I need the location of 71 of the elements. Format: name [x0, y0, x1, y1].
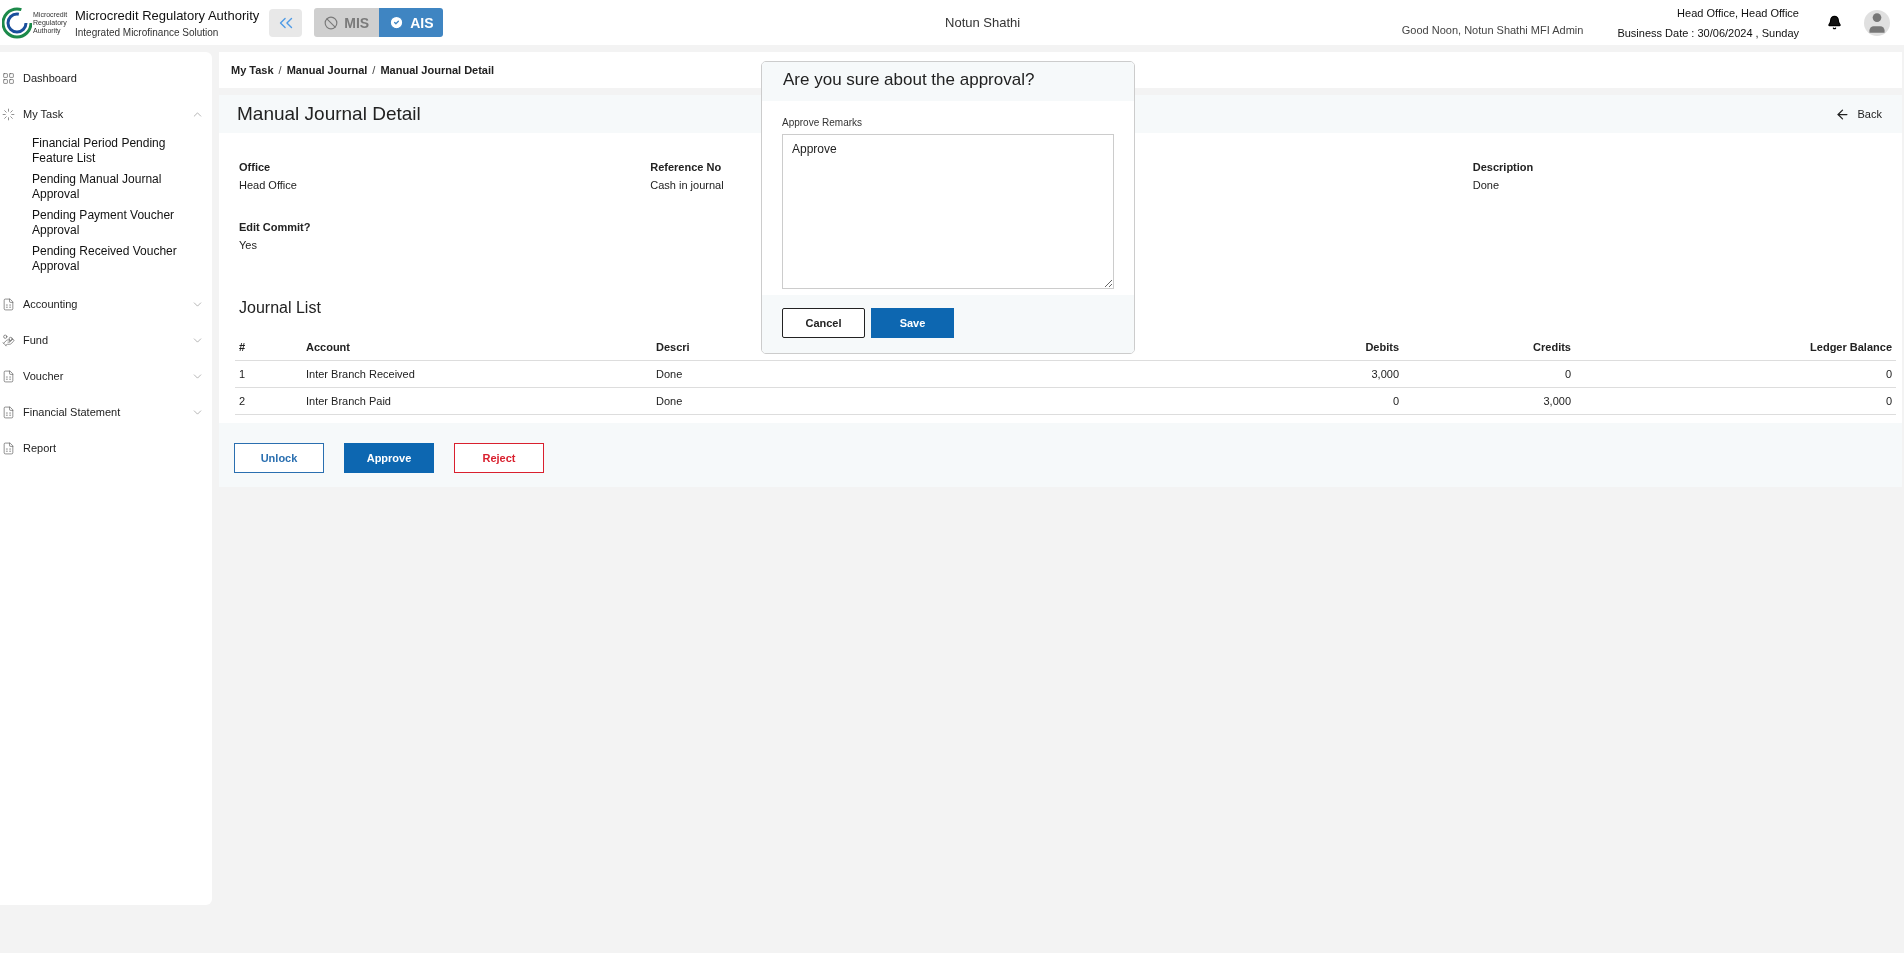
field-value: Cash in journal [650, 179, 725, 191]
field-value: Yes [239, 239, 258, 251]
document-icon [2, 441, 15, 455]
table-cell: 1 [235, 360, 302, 388]
ban-icon [324, 15, 339, 30]
action-button[interactable]: Approve [344, 443, 434, 473]
column-header: Ledger Balance [1575, 335, 1896, 361]
document-icon [2, 369, 15, 383]
action-button[interactable]: Reject [454, 443, 544, 473]
table-cell: Inter Branch Paid [302, 387, 652, 415]
table-cell: 3,000 [1403, 387, 1575, 415]
greeting: Good Noon, Notun Shathi MFI Admin [1401, 24, 1584, 36]
action-button[interactable]: Unlock [234, 443, 324, 473]
check-circle-icon [389, 15, 405, 30]
column-header: Account [302, 335, 652, 361]
dialog-button[interactable]: Save [871, 308, 954, 338]
field-label: Description [1472, 161, 1535, 173]
table-cell: Done [652, 360, 1223, 388]
business-date: Business Date : 30/06/2024 , Sunday [1617, 26, 1799, 39]
dialog-button[interactable]: Cancel [782, 308, 865, 338]
table-cell: 3,000 [1223, 360, 1403, 388]
collapse-sidebar-button[interactable] [269, 8, 303, 37]
notification-icon[interactable] [1827, 15, 1842, 30]
field-value: Head Office [239, 179, 298, 191]
back-link[interactable]: Back [1834, 106, 1882, 122]
sidebar-item[interactable]: My Task [0, 104, 212, 124]
app-name: Notun Shathi [944, 15, 1022, 30]
sidebar-subitem[interactable]: Financial Period Pending Feature List [32, 136, 182, 166]
sidebar-item[interactable]: Financial Statement [0, 402, 212, 422]
remarks-field[interactable]: Approve [782, 134, 1114, 289]
sidebar-subitem[interactable]: Pending Received Voucher Approval [32, 244, 182, 274]
sidebar-item[interactable]: Voucher [0, 366, 212, 386]
breadcrumb-separator: / [278, 64, 282, 76]
breadcrumb-link[interactable]: Manual Journal [286, 64, 368, 76]
table-cell: 0 [1223, 387, 1403, 415]
office-name: Head Office, Head Office [1677, 6, 1799, 19]
hand-coins-icon [2, 333, 15, 347]
sidebar-item[interactable]: Accounting [0, 294, 212, 314]
org-subtitle: Integrated Microfinance Solution [75, 26, 220, 38]
field-label: Office [239, 161, 272, 173]
column-header: # [235, 335, 302, 361]
field-label: Reference No [650, 161, 723, 173]
document-icon [2, 405, 15, 419]
avatar-icon[interactable] [1864, 9, 1890, 36]
sidebar-item[interactable]: Fund [0, 330, 212, 350]
section-title: Journal List [239, 299, 322, 317]
sidebar-subitem[interactable]: Pending Manual Journal Approval [32, 172, 182, 202]
table-cell: Inter Branch Received [302, 360, 652, 388]
dialog-title: Are you sure about the approval? [783, 70, 1036, 90]
table-cell: 2 [235, 387, 302, 415]
column-header: Debits [1223, 335, 1403, 361]
grid-icon [2, 71, 15, 85]
field-label: Approve Remarks [782, 117, 864, 128]
sidebar-item[interactable]: Report [0, 438, 212, 458]
field-value: Done [1472, 179, 1501, 191]
org-name: Microcredit Regulatory Authority [75, 7, 260, 23]
module-tab[interactable]: AIS [379, 8, 444, 37]
table-cell: Done [652, 387, 1223, 415]
breadcrumb-link[interactable]: My Task [231, 64, 274, 76]
table-cell: 0 [1575, 387, 1896, 415]
sidebar-item[interactable]: Dashboard [0, 68, 212, 88]
column-header: Credits [1403, 335, 1575, 361]
breadcrumb-separator: / [372, 64, 376, 76]
table-cell: 0 [1403, 360, 1575, 388]
sidebar-subitem[interactable]: Pending Payment Voucher Approval [32, 208, 182, 238]
page-title: Manual Journal Detail [237, 103, 421, 125]
table-cell: 0 [1575, 360, 1896, 388]
document-icon [2, 297, 15, 311]
breadcrumb-link[interactable]: Manual Journal Detail [380, 64, 495, 76]
loader-icon [2, 107, 15, 121]
field-label: Edit Commit? [239, 221, 312, 233]
